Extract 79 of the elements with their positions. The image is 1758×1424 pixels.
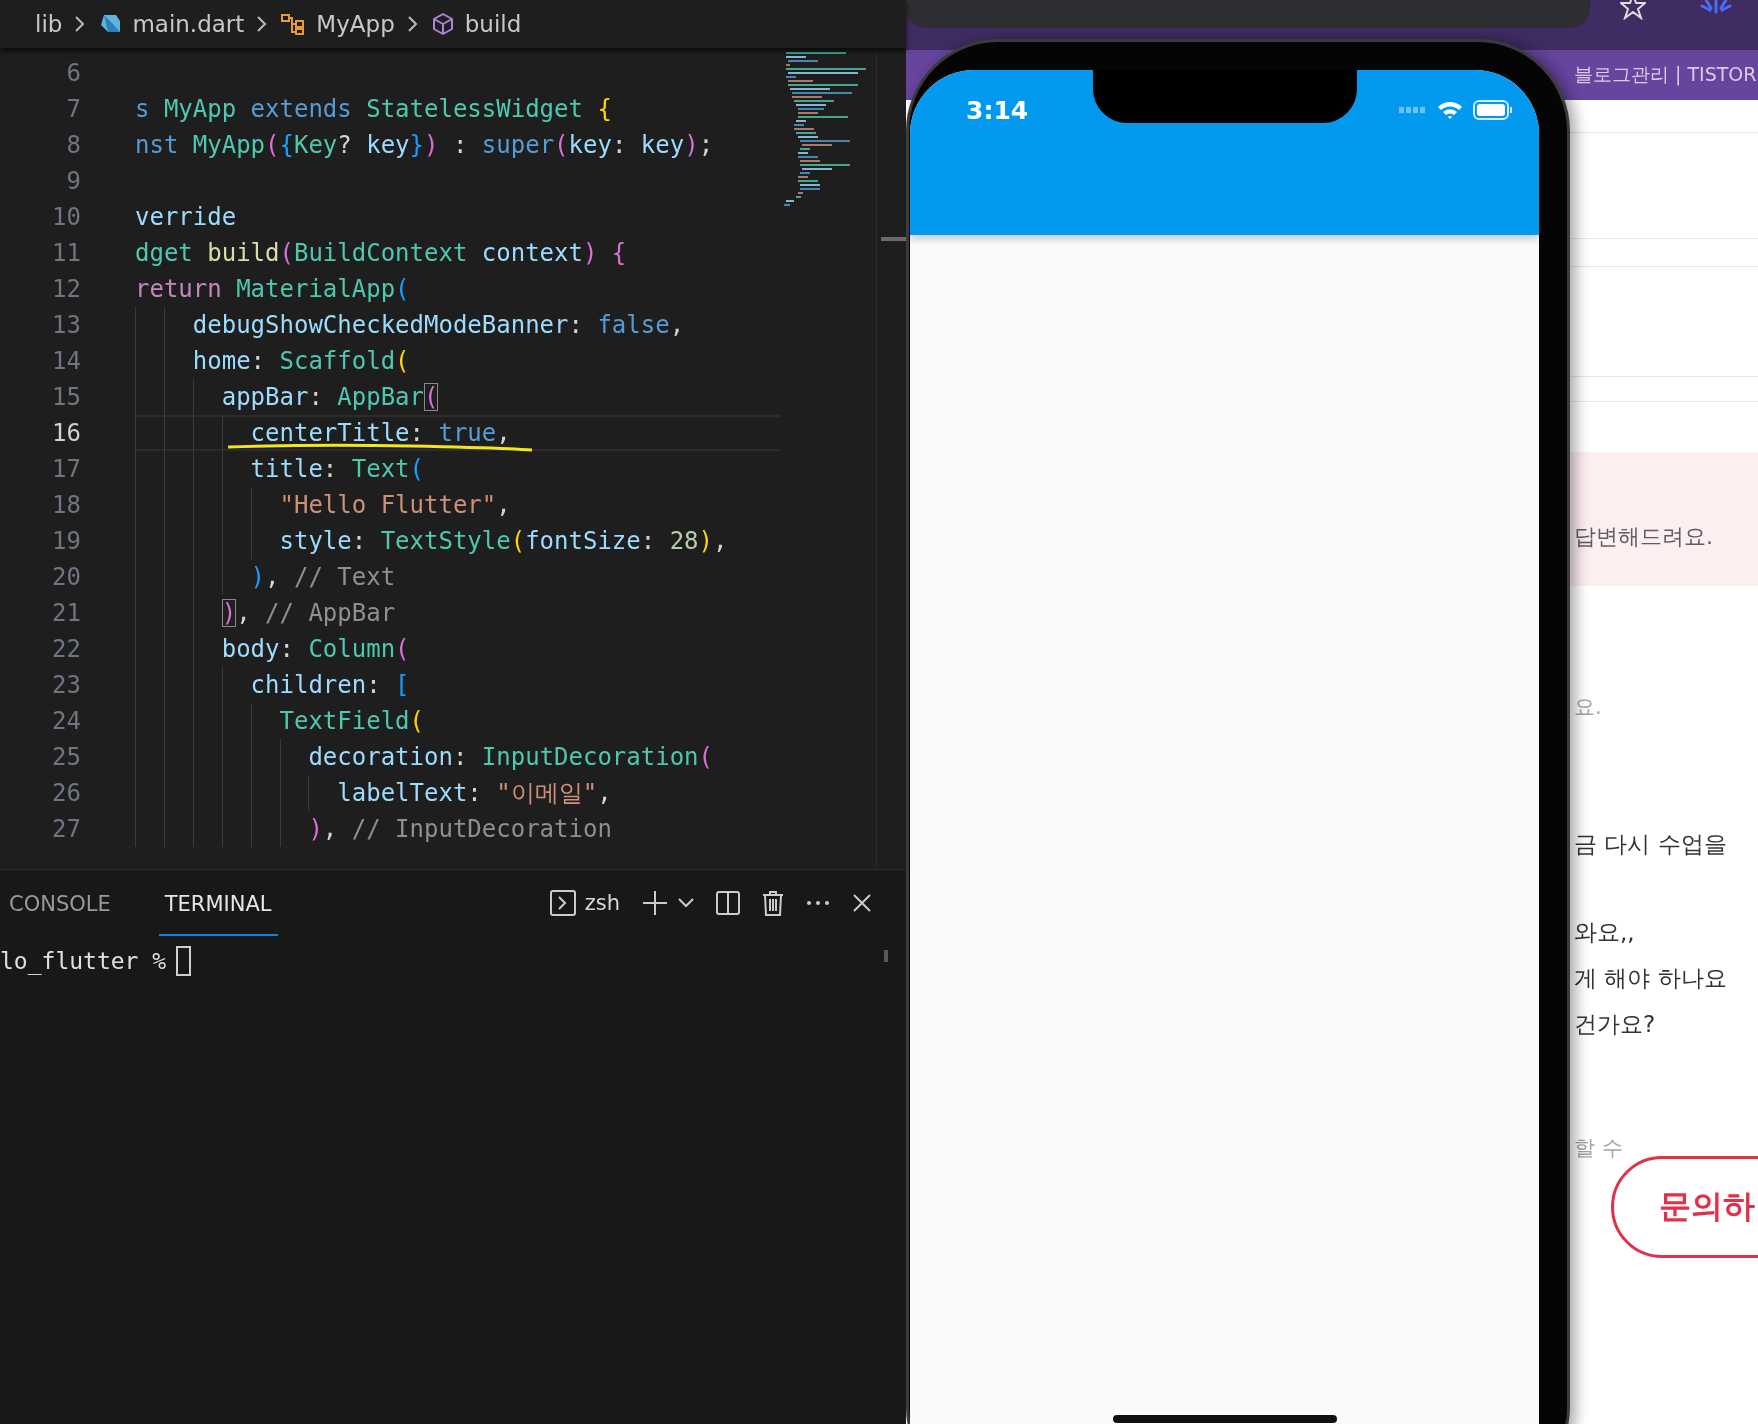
- code-line: return MaterialApp(: [135, 274, 411, 305]
- line-number: 26: [51, 779, 81, 807]
- code-line: body: Column(: [220, 634, 411, 665]
- battery-icon: [1473, 100, 1513, 120]
- panel-tab[interactable]: TERMINAL: [158, 870, 278, 936]
- terminal-prompt: lo_flutter %: [0, 948, 167, 974]
- page-text: 금 다시 수업을: [1574, 831, 1727, 857]
- code-line: style: TextStyle(fontSize: 28),: [278, 526, 729, 557]
- breadcrumb-item[interactable]: build: [464, 11, 522, 37]
- code-line: "Hello Flutter",: [278, 490, 512, 521]
- status-time: 3:14: [966, 96, 1029, 125]
- breadcrumb-item[interactable]: lib: [35, 11, 63, 37]
- code-line: decoration: InputDecoration(: [307, 742, 714, 773]
- code-line: ), // AppBar: [220, 598, 397, 629]
- line-number: 22: [51, 635, 81, 663]
- line-number: 6: [65, 59, 81, 87]
- line-number: 17: [51, 455, 81, 483]
- line-number: 21: [51, 599, 81, 627]
- class-icon: [280, 12, 307, 36]
- trash-icon[interactable]: [762, 890, 784, 916]
- page-text: 게 해야 하나요: [1574, 965, 1727, 991]
- line-number: 27: [51, 815, 81, 843]
- code-line: s MyApp extends StatelessWidget {: [135, 94, 613, 125]
- breadcrumb-item[interactable]: MyApp: [316, 11, 395, 37]
- line-number: 8: [65, 131, 81, 159]
- browser-tab-title[interactable]: 블로그관리 | TISTOR: [1574, 62, 1757, 88]
- text-cursor: [176, 946, 192, 976]
- add-icon[interactable]: [642, 890, 668, 916]
- line-number: 9: [65, 167, 81, 195]
- spinner-icon: [1700, 0, 1732, 16]
- line-number: 23: [51, 671, 81, 699]
- chevron-icon: [256, 15, 269, 33]
- line-number: 24: [51, 707, 81, 735]
- split-icon[interactable]: [716, 891, 740, 915]
- chevron-icon: [406, 15, 419, 33]
- wifi-icon: [1437, 100, 1463, 120]
- line-number: 15: [51, 383, 81, 411]
- close-icon[interactable]: [852, 893, 872, 913]
- code-line: title: Text(: [249, 454, 425, 485]
- line-number: 10: [51, 203, 81, 231]
- line-number: 13: [51, 311, 81, 339]
- inquiry-button[interactable]: 문의하: [1611, 1156, 1758, 1258]
- line-number: 19: [51, 527, 81, 555]
- code-line: centerTitle: true,: [135, 415, 781, 451]
- scrollbar-thumb[interactable]: [884, 950, 888, 962]
- line-number: 14: [51, 347, 81, 375]
- chevron-down-icon[interactable]: [678, 898, 694, 908]
- code-line: debugShowCheckedModeBanner: false,: [191, 310, 686, 341]
- breadcrumb-item[interactable]: main.dart: [132, 11, 245, 37]
- panel-tab[interactable]: CONSOLE: [3, 870, 117, 936]
- line-number: 25: [51, 743, 81, 771]
- code-line: appBar: AppBar(: [220, 382, 440, 413]
- page-text: 건가요?: [1574, 1011, 1656, 1037]
- line-number: 18: [51, 491, 81, 519]
- line-number: 11: [51, 239, 81, 267]
- code-line: labelText: "이메일",: [336, 778, 613, 809]
- scrollbar-thumb[interactable]: [881, 237, 906, 241]
- signal-icon: [1399, 107, 1427, 113]
- line-number: 16: [51, 419, 81, 447]
- chevron-icon: [74, 15, 87, 33]
- shell-selector[interactable]: zsh: [548, 889, 620, 917]
- cube-icon: [430, 12, 455, 36]
- code-line: home: Scaffold(: [191, 346, 411, 377]
- terminal-icon: [548, 889, 577, 917]
- more-icon[interactable]: [806, 900, 830, 906]
- notice-text: 답변해드려요.: [1574, 524, 1713, 549]
- code-line: ), // Text: [249, 562, 397, 593]
- code-line: TextField(: [278, 706, 425, 737]
- line-number: 7: [65, 95, 81, 123]
- line-number: 12: [51, 275, 81, 303]
- code-line: verride: [135, 202, 238, 233]
- code-line: ), // InputDecoration: [307, 814, 613, 845]
- page-text: 와요,,: [1574, 919, 1635, 945]
- code-line: children: [: [249, 670, 411, 701]
- line-number: 20: [51, 563, 81, 591]
- code-line: dget build(BuildContext context) {: [135, 238, 628, 269]
- code-line: nst MyApp({Key? key}) : super(key: key);: [135, 130, 715, 161]
- star-icon[interactable]: [1620, 0, 1646, 20]
- page-text: 요.: [1574, 695, 1602, 719]
